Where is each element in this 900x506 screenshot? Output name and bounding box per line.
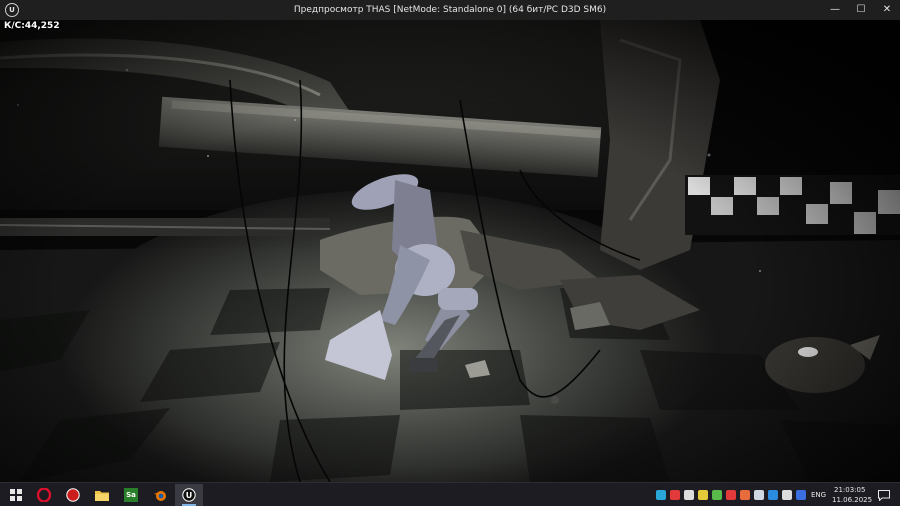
- tray-app-icon-7[interactable]: [740, 490, 750, 500]
- close-button[interactable]: ✕: [874, 0, 900, 20]
- window-title: Предпросмотр THAS [NetMode: Standalone 0…: [293, 5, 607, 15]
- start-button[interactable]: [2, 484, 30, 506]
- blender-icon: [154, 491, 166, 501]
- unreal-engine-icon: U: [182, 488, 196, 502]
- tray-app-icon-4[interactable]: [698, 490, 708, 500]
- opera-icon: [37, 488, 51, 502]
- red-circle-icon: [66, 488, 80, 502]
- notifications-button[interactable]: [870, 484, 898, 506]
- language-indicator[interactable]: ENG: [811, 491, 826, 499]
- discord-icon[interactable]: [796, 490, 806, 500]
- display-icon[interactable]: [782, 490, 792, 500]
- svg-text:U: U: [186, 491, 193, 500]
- taskbar-app-file-explorer[interactable]: [88, 484, 116, 506]
- taskbar-app-blender[interactable]: [146, 484, 174, 506]
- sa-icon: Sa: [124, 488, 138, 502]
- taskbar-app-opera[interactable]: [30, 484, 58, 506]
- clock-time[interactable]: 21:03:05: [834, 486, 865, 494]
- fps-counter: К/С:44,252: [4, 21, 60, 31]
- tray-app-icon-1[interactable]: [656, 490, 666, 500]
- game-viewport[interactable]: [0, 20, 900, 482]
- taskbar-app-unreal-engine[interactable]: U: [175, 484, 203, 506]
- taskbar: Sa U ENG 21:03:05 11.06.2025: [0, 482, 900, 506]
- notification-icon: [878, 489, 890, 501]
- taskbar-app-red[interactable]: [59, 484, 87, 506]
- windows-icon: [10, 489, 22, 501]
- tray-app-icon-8[interactable]: [754, 490, 764, 500]
- game-scene: [0, 20, 900, 482]
- minimize-button[interactable]: —: [822, 0, 848, 20]
- tray-app-icon-6[interactable]: [726, 490, 736, 500]
- sa-icon-label: Sa: [126, 491, 136, 499]
- tray-app-icon-5[interactable]: [712, 490, 722, 500]
- unreal-engine-icon: U: [5, 3, 19, 17]
- tray-app-icon-3[interactable]: [684, 490, 694, 500]
- tray-app-icon-2[interactable]: [670, 490, 680, 500]
- maximize-button[interactable]: ☐: [848, 0, 874, 20]
- tray-app-icon-9[interactable]: [768, 490, 778, 500]
- clock-date[interactable]: 11.06.2025: [832, 496, 872, 504]
- taskbar-app-sa[interactable]: Sa: [117, 484, 145, 506]
- folder-icon: [95, 491, 109, 501]
- window-titlebar[interactable]: U Предпросмотр THAS [NetMode: Standalone…: [0, 0, 900, 20]
